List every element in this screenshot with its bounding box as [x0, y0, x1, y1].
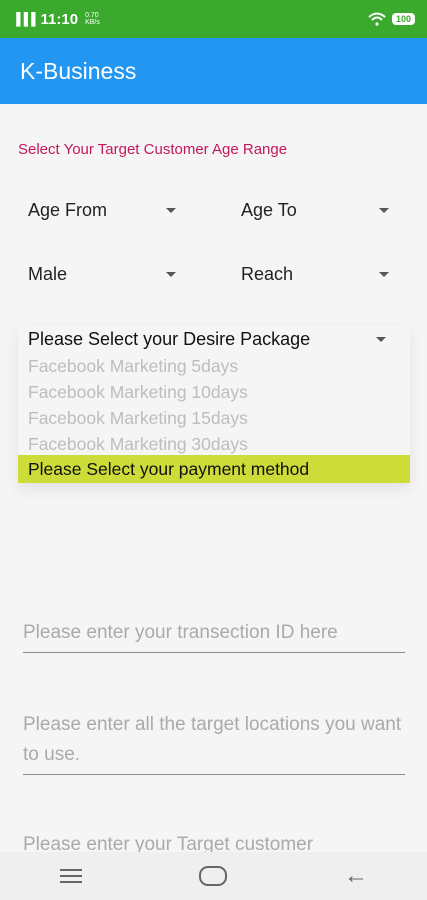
package-value: Please Select your Desire Package: [28, 329, 311, 349]
age-from-dropdown[interactable]: Age From: [28, 200, 176, 221]
package-dropdown-menu: Please Select your Desire Package Facebo…: [18, 325, 410, 483]
target-locations-input[interactable]: Please enter all the target locations yo…: [23, 710, 405, 775]
dropdown-arrow-icon: [379, 208, 389, 213]
network-speed: 0.70 KB/s: [85, 12, 100, 26]
back-button[interactable]: ←: [336, 861, 376, 891]
battery-icon: 100: [391, 13, 415, 25]
signal-icon: ▐▐▐: [12, 12, 35, 26]
dropdown-arrow-icon: [379, 272, 389, 277]
package-option[interactable]: Facebook Marketing 30days: [28, 434, 248, 455]
app-bar: K-Business: [0, 38, 427, 104]
transaction-id-input[interactable]: Please enter your transection ID here: [23, 618, 405, 653]
package-option[interactable]: Facebook Marketing 10days: [28, 382, 248, 403]
package-dropdown[interactable]: Please Select your Desire Package: [28, 329, 386, 350]
status-time: 11:10: [40, 10, 79, 28]
status-left: ▐▐▐ 11:10 0.70 KB/s: [12, 11, 100, 28]
navigation-bar: ←: [0, 852, 427, 900]
dropdown-arrow-icon: [166, 208, 176, 213]
back-icon: ←: [343, 862, 368, 889]
wifi-icon: [368, 12, 386, 26]
age-from-value: Age From: [28, 200, 108, 220]
gender-value: Male: [28, 264, 68, 284]
age-range-label: Select Your Target Customer Age Range: [18, 141, 288, 158]
status-bar: ▐▐▐ 11:10 0.70 KB/s 100: [0, 0, 427, 38]
age-to-value: Age To: [241, 200, 297, 220]
payment-method-dropdown[interactable]: Please Select your payment method: [18, 455, 410, 483]
dropdown-arrow-icon: [376, 337, 386, 342]
network-speed-unit: KB/s: [85, 19, 100, 26]
package-option[interactable]: Facebook Marketing 15days: [28, 408, 248, 429]
network-speed-value: 0.70: [85, 12, 99, 19]
package-option[interactable]: Facebook Marketing 5days: [28, 356, 238, 377]
reach-dropdown[interactable]: Reach: [241, 264, 389, 285]
status-right: 100: [368, 12, 415, 26]
home-button[interactable]: [193, 861, 233, 891]
home-icon: [199, 866, 228, 886]
app-title: K-Business: [20, 57, 137, 84]
dropdown-arrow-icon: [166, 272, 176, 277]
reach-value: Reach: [241, 264, 294, 284]
gender-dropdown[interactable]: Male: [28, 264, 176, 285]
menu-icon[interactable]: [51, 861, 91, 891]
age-to-dropdown[interactable]: Age To: [241, 200, 389, 221]
